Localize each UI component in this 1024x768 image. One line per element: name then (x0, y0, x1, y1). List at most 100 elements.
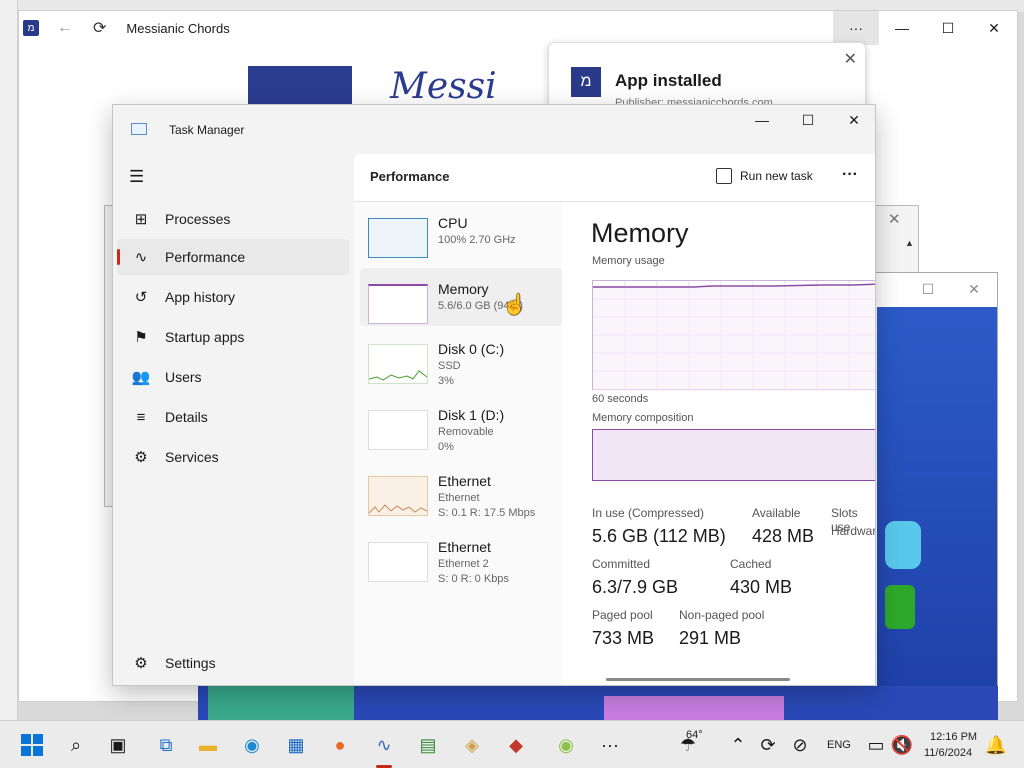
committed-value: 6.3/7.9 GB (592, 577, 679, 597)
file-explorer-icon[interactable]: ▬ (196, 733, 220, 757)
disk0-activity-graph (368, 370, 428, 381)
sixty-seconds-label: 60 seconds (592, 393, 649, 405)
memory-usage-chart (592, 280, 875, 391)
notification-bell-icon[interactable]: 🔔 (984, 733, 1008, 757)
game-pink-candies (604, 696, 784, 720)
nav-item-details[interactable]: ≡ Details (117, 399, 349, 435)
resource-item-ethernet-2[interactable]: Ethernet Ethernet 2 S: 0 R: 0 Kbps (360, 526, 562, 585)
nav-item-settings[interactable]: ⚙ Settings (117, 645, 349, 681)
sync-icon[interactable]: ⟳ (756, 733, 780, 757)
paged-pool-value: 733 MB (592, 628, 655, 648)
search-icon[interactable]: ⌕ (64, 733, 88, 757)
app-icon-game-3[interactable]: ◉ (554, 733, 578, 757)
scroll-up-icon[interactable]: ▲ (905, 238, 914, 248)
app-close-button[interactable]: ✕ (971, 11, 1017, 45)
app-more-button[interactable]: ··· (833, 11, 879, 45)
refresh-icon[interactable]: ⟳ (93, 18, 106, 38)
more-options-button[interactable]: ··· (842, 166, 858, 184)
vs-code-icon[interactable]: ⧉ (154, 733, 178, 757)
resource-name: Memory (438, 281, 489, 297)
background-window-edge (0, 0, 18, 720)
resource-item-disk0[interactable]: Disk 0 (C:) SSD 3% (360, 328, 562, 387)
resource-item-disk1[interactable]: Disk 1 (D:) Removable 0% (360, 394, 562, 453)
background-dialog-close-icon[interactable]: ✕ (888, 210, 901, 228)
hardware-reserved-label: Hardwar (831, 524, 876, 538)
ethernet-activity-graph (368, 504, 428, 514)
app-icon-media[interactable]: ▤ (416, 733, 440, 757)
app-icon-game-2[interactable]: ◆ (504, 733, 528, 757)
settings-gear-icon: ⚙ (134, 655, 148, 672)
run-task-icon (716, 168, 732, 184)
app-window-title: Messianic Chords (126, 20, 230, 36)
app-maximize-button[interactable]: ☐ (925, 11, 971, 45)
details-icon: ≡ (136, 408, 146, 426)
nav-item-label: Processes (165, 211, 231, 227)
more-apps-icon[interactable]: ··· (598, 733, 622, 757)
resource-name: Ethernet (438, 539, 491, 555)
resource-item-memory[interactable]: Memory 5.6/6.0 GB (94%) (360, 268, 562, 326)
network-icon[interactable]: ⊘ (788, 733, 812, 757)
nav-item-startup-apps[interactable]: ⚑ Startup apps (117, 319, 349, 355)
store-icon[interactable]: ▦ (284, 733, 308, 757)
chevron-up-icon[interactable]: ⌃ (726, 733, 750, 757)
ethernet2-thumbnail (368, 542, 428, 582)
run-new-task-button[interactable]: Run new task (716, 168, 813, 184)
resource-item-cpu[interactable]: CPU 100% 2.70 GHz (360, 202, 562, 260)
nav-item-performance[interactable]: ∿ Performance (117, 239, 349, 275)
horizontal-scrollbar[interactable] (606, 678, 790, 681)
resource-detail: 100% 2.70 GHz (438, 234, 516, 246)
ethernet-thumbnail (368, 476, 428, 516)
app-installed-toast[interactable]: מ App installed Publisher: messianicchor… (548, 42, 866, 112)
resource-detail: SSD (438, 360, 461, 372)
paged-pool-label: Paged pool (592, 608, 653, 622)
tm-close-button[interactable]: ✕ (831, 105, 875, 135)
game-close-button[interactable]: ✕ (951, 281, 997, 298)
nav-item-label: Details (165, 409, 208, 425)
nav-item-processes[interactable]: ⊞ Processes (117, 201, 349, 237)
memory-thumbnail (368, 284, 428, 324)
nav-item-services[interactable]: ⚙ Services (117, 439, 349, 475)
processes-icon: ⊞ (134, 211, 148, 228)
tm-maximize-button[interactable]: ☐ (785, 105, 831, 135)
resource-detail-2: S: 0.1 R: 17.5 Mbps (438, 507, 536, 519)
task-manager-controls: — ☐ ✕ (739, 105, 875, 135)
services-icon: ⚙ (134, 449, 148, 466)
hero-logo-image (248, 66, 352, 106)
toast-title: App installed (615, 71, 722, 90)
app-window-controls: ··· — ☐ ✕ (833, 11, 1017, 45)
toast-close-button[interactable]: ✕ (844, 49, 857, 69)
clock-time[interactable]: 12:16 PM (930, 731, 977, 743)
active-indicator (117, 249, 120, 265)
resource-name: CPU (438, 215, 468, 231)
app-minimize-button[interactable]: — (879, 11, 925, 45)
tm-minimize-button[interactable]: — (739, 105, 785, 135)
clock-date[interactable]: 11/6/2024 (924, 747, 972, 759)
language-indicator[interactable]: ENG (827, 739, 851, 751)
app-icon-game[interactable]: ◈ (460, 733, 484, 757)
nav-item-users[interactable]: 👥 Users (117, 359, 349, 395)
firefox-icon[interactable]: ● (328, 733, 352, 757)
resource-detail-2: S: 0 R: 0 Kbps (438, 573, 509, 585)
volume-muted-icon[interactable]: 🔇 (890, 733, 914, 757)
hand-cursor-icon: ☝ (502, 294, 527, 316)
start-button[interactable] (20, 733, 44, 757)
display-icon[interactable]: ▭ (864, 733, 888, 757)
resource-name: Disk 0 (C:) (438, 341, 505, 357)
committed-label: Committed (592, 557, 651, 571)
nav-item-app-history[interactable]: ↺ App history (117, 279, 349, 315)
green-candy (885, 585, 915, 629)
taskbar: ⌕ ▣ ⧉ ▬ ◉ ▦ ● ∿ ▤ ◈ ◆ ◉ ··· ☂ 64° ⌃ ⟳ ⊘ … (0, 720, 1024, 768)
disk1-thumbnail (368, 410, 428, 450)
game-maximize-button[interactable]: ☐ (905, 281, 951, 298)
task-manager-taskbar-icon[interactable]: ∿ (372, 733, 396, 757)
app-history-icon: ↺ (134, 289, 148, 306)
task-view-icon[interactable]: ▣ (106, 733, 130, 757)
edge-browser-icon[interactable]: ◉ (240, 733, 264, 757)
resource-item-ethernet[interactable]: Ethernet Ethernet S: 0.1 R: 17.5 Mbps (360, 460, 562, 519)
hamburger-menu-icon[interactable]: ☰ (129, 167, 144, 187)
game-board[interactable] (877, 307, 997, 719)
memory-title: Memory (591, 218, 689, 248)
back-arrow-icon[interactable]: ← (55, 19, 75, 37)
nav-item-label: Startup apps (165, 329, 245, 345)
resource-name: Disk 1 (D:) (438, 407, 505, 423)
